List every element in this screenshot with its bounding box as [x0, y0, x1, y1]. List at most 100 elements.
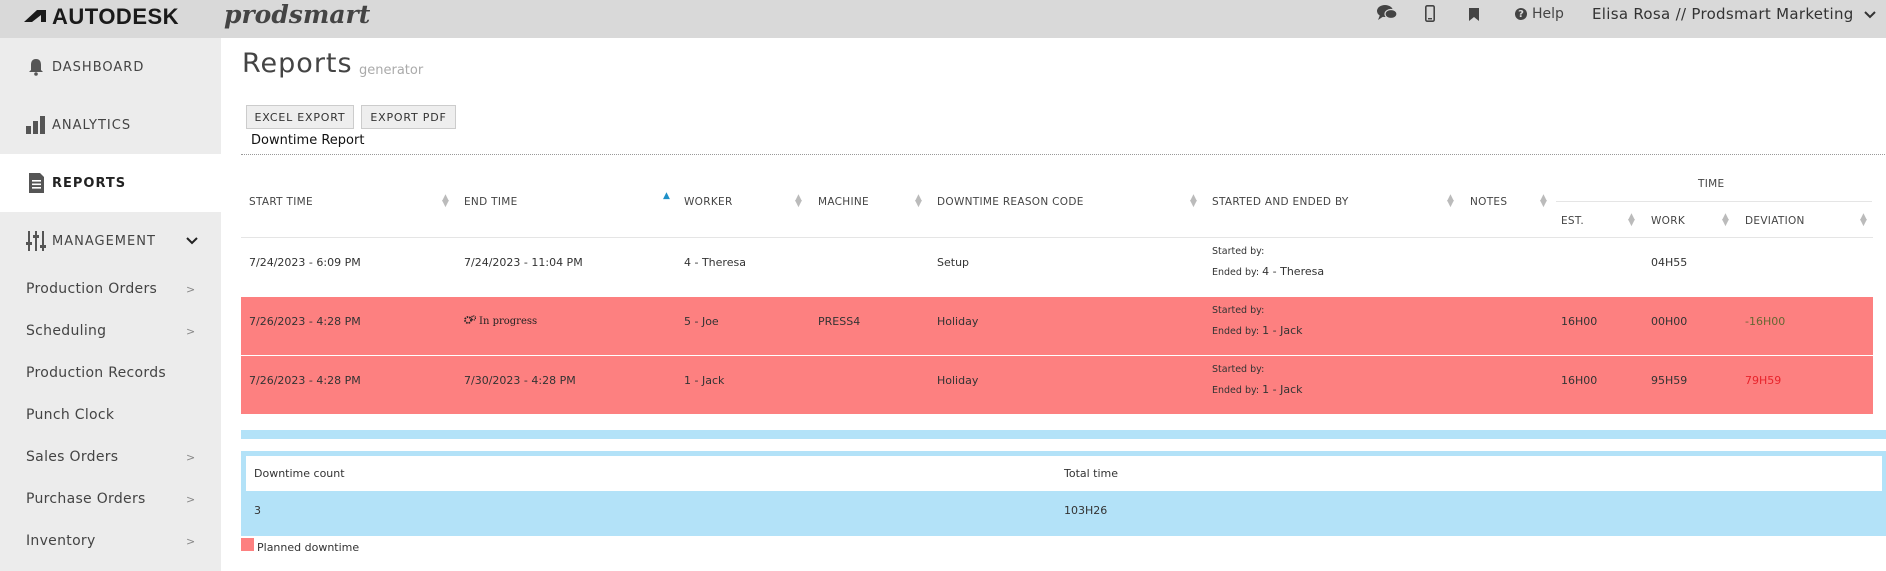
chevron-down-icon: [1863, 5, 1876, 23]
prodsmart-logo[interactable]: prodsmart: [224, 0, 370, 29]
cell-ended-by: Ended by: 1 - Jack: [1212, 383, 1303, 396]
sort-icon[interactable]: ▲ ▼: [795, 194, 802, 209]
chevron-right-icon: >: [186, 282, 196, 296]
bell-icon: [26, 57, 46, 77]
ended-by-value: 1 - Jack: [1262, 324, 1303, 337]
sliders-icon: [26, 231, 46, 251]
sort-icon[interactable]: ▲ ▼: [1860, 213, 1867, 228]
cell-est: 16H00: [1561, 374, 1598, 387]
legend-label: Planned downtime: [257, 541, 360, 554]
cell-end-time: In progress: [464, 315, 537, 328]
sidebar-item-label: MANAGEMENT: [52, 233, 156, 249]
table-row[interactable]: 7/24/2023 - 6:09 PM 7/24/2023 - 11:04 PM…: [241, 238, 1873, 296]
sort-icon[interactable]: ▲ ▼: [915, 194, 922, 209]
cell-start-time: 7/24/2023 - 6:09 PM: [249, 256, 361, 269]
col-header-notes[interactable]: NOTES: [1470, 196, 1507, 208]
brand-name: AUTODESK: [52, 4, 180, 29]
sidebar-item-sales-orders[interactable]: Sales Orders >: [0, 436, 221, 478]
cell-reason: Holiday: [937, 374, 979, 387]
sidebar-item-production-orders[interactable]: Production Orders >: [0, 268, 221, 310]
sidebar-item-purchase-orders[interactable]: Purchase Orders >: [0, 478, 221, 520]
gears-icon: [464, 315, 477, 328]
sidebar-item-punch-clock[interactable]: Punch Clock: [0, 394, 221, 436]
sidebar-item-dashboard[interactable]: DASHBOARD: [0, 38, 221, 96]
summary-header: Downtime count Total time: [246, 456, 1882, 491]
sidebar-item-analytics[interactable]: ANALYTICS: [0, 96, 221, 154]
cell-reason: Holiday: [937, 315, 979, 328]
cell-machine: PRESS4: [818, 315, 861, 328]
started-by-label: Started by:: [1212, 246, 1265, 257]
sort-icon[interactable]: ▲ ▼: [1540, 194, 1547, 209]
chat-icon[interactable]: [1376, 4, 1398, 26]
report-name: Downtime Report: [251, 133, 365, 148]
sort-asc-icon[interactable]: ▲: [663, 192, 670, 201]
cell-work: 04H55: [1651, 256, 1688, 269]
sidebar-item-label: Scheduling: [26, 323, 107, 339]
ended-by-value: 1 - Jack: [1262, 383, 1303, 396]
col-header-start-time[interactable]: START TIME: [249, 196, 313, 208]
sidebar-item-label: REPORTS: [52, 175, 127, 191]
summary-total-label: Total time: [1064, 467, 1119, 480]
divider: [1556, 201, 1872, 202]
sidebar-item-production-records[interactable]: Production Records: [0, 352, 221, 394]
autodesk-logo[interactable]: AUTODESK: [24, 4, 179, 30]
divider: [241, 154, 1886, 155]
col-header-reason[interactable]: DOWNTIME REASON CODE: [937, 196, 1084, 208]
chevron-down-icon[interactable]: [186, 234, 198, 248]
chevron-right-icon: >: [186, 534, 196, 548]
export-pdf-button[interactable]: EXPORT PDF: [361, 105, 456, 129]
sidebar-item-scheduling[interactable]: Scheduling >: [0, 310, 221, 352]
chevron-right-icon: >: [186, 492, 196, 506]
sidebar-item-label: Sales Orders: [26, 449, 119, 465]
chevron-right-icon: >: [186, 450, 196, 464]
page-title: Reports: [242, 48, 353, 79]
sidebar-item-management[interactable]: MANAGEMENT: [0, 212, 221, 270]
cell-start-time: 7/26/2023 - 4:28 PM: [249, 315, 361, 328]
col-header-started-ended[interactable]: STARTED AND ENDED BY: [1212, 196, 1349, 208]
sort-icon[interactable]: ▲ ▼: [442, 194, 449, 209]
col-header-machine[interactable]: MACHINE: [818, 196, 869, 208]
bar-chart-icon: [26, 115, 46, 135]
summary-table: Downtime count Total time 3 103H26: [241, 451, 1886, 536]
cell-ended-by: Ended by: 1 - Jack: [1212, 324, 1303, 337]
sidebar-item-label: Inventory: [26, 533, 96, 549]
summary-count-label: Downtime count: [254, 467, 345, 480]
sort-icon[interactable]: ▲ ▼: [1722, 213, 1729, 228]
cell-worker: 4 - Theresa: [684, 256, 746, 269]
col-header-est[interactable]: EST.: [1561, 215, 1584, 227]
cell-started-by: Started by:: [1212, 305, 1264, 316]
sort-icon[interactable]: ▲ ▼: [1628, 213, 1635, 228]
cell-est: 16H00: [1561, 315, 1598, 328]
cell-end-time: 7/24/2023 - 11:04 PM: [464, 256, 583, 269]
cell-started-by: Started by:: [1212, 246, 1264, 257]
main-content: Reports generator EXCEL EXPORT EXPORT PD…: [221, 38, 1886, 571]
col-header-end-time[interactable]: END TIME: [464, 196, 518, 208]
table-footer-band: [241, 430, 1886, 439]
summary-total-value: 103H26: [1064, 504, 1108, 517]
sort-icon[interactable]: ▲ ▼: [1447, 194, 1454, 209]
page-subtitle: generator: [359, 63, 424, 78]
cell-deviation: -16H00: [1745, 315, 1786, 328]
document-icon: [26, 173, 46, 193]
sidebar-item-label: DASHBOARD: [52, 59, 145, 75]
summary-count-value: 3: [254, 504, 261, 517]
col-header-work[interactable]: WORK: [1651, 215, 1685, 227]
sort-icon[interactable]: ▲ ▼: [1190, 194, 1197, 209]
col-header-deviation[interactable]: DEVIATION: [1745, 215, 1805, 227]
cell-end-time: 7/30/2023 - 4:28 PM: [464, 374, 576, 387]
ended-by-label: Ended by:: [1212, 326, 1260, 337]
started-by-label: Started by:: [1212, 364, 1265, 375]
mobile-icon[interactable]: [1425, 5, 1435, 26]
table-row[interactable]: 7/26/2023 - 4:28 PM 7/30/2023 - 4:28 PM …: [241, 356, 1873, 414]
sidebar-item-label: ANALYTICS: [52, 117, 132, 133]
cell-ended-by: Ended by: 4 - Theresa: [1212, 265, 1324, 278]
excel-export-button[interactable]: EXCEL EXPORT: [246, 105, 354, 129]
sidebar-item-reports[interactable]: REPORTS: [0, 154, 221, 212]
help-link[interactable]: ? Help: [1515, 6, 1564, 22]
col-header-worker[interactable]: WORKER: [684, 196, 733, 208]
user-menu[interactable]: Elisa Rosa // Prodsmart Marketing: [1592, 5, 1876, 23]
table-row[interactable]: 7/26/2023 - 4:28 PM In progress 5 - Joe …: [241, 297, 1873, 355]
sidebar-item-inventory[interactable]: Inventory >: [0, 520, 221, 562]
bookmark-icon[interactable]: [1469, 7, 1479, 25]
col-header-time: TIME: [1698, 178, 1725, 190]
